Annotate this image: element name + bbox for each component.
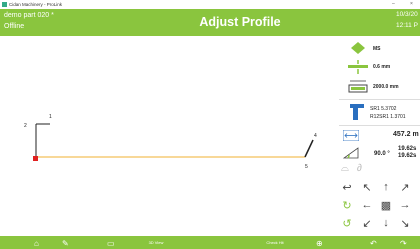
profile-canvas[interactable]: 1 2 4 5 (0, 36, 345, 236)
arrow-left-icon[interactable]: ← (360, 199, 374, 211)
length-value[interactable]: 457.2 m (393, 131, 419, 138)
close-button[interactable]: × (410, 1, 413, 7)
undo-arrow-icon[interactable]: ↩ (340, 181, 354, 194)
arrow-right-icon[interactable]: → (398, 199, 412, 211)
panel-divider (339, 125, 420, 126)
link-icon: ∂ (357, 163, 362, 174)
angle-icon[interactable] (343, 147, 359, 159)
profile-drawing[interactable]: 1 2 4 5 (0, 36, 345, 236)
point-label-1: 1 (49, 114, 52, 120)
angle-value[interactable]: 90.0 ° (374, 151, 390, 157)
start-marker[interactable] (33, 156, 38, 161)
header-date: 10/3/20 (396, 11, 418, 18)
width-value[interactable]: 2000.0 mm (373, 84, 399, 90)
point-label-2: 2 (24, 123, 27, 129)
angle-result-1: 19.62s (398, 146, 417, 152)
point-label-4: 4 (314, 133, 317, 139)
shape-icon: ⌓ (341, 163, 349, 174)
angle-result-2: 19.62s (398, 153, 417, 159)
window-titlebar: Cidan Machinery - ProLink – × (0, 0, 420, 9)
add-icon[interactable]: ⊕ (316, 239, 323, 248)
minimize-button[interactable]: – (392, 1, 395, 7)
page-title: Adjust Profile (199, 15, 281, 29)
home-icon[interactable]: ⌂ (34, 239, 39, 248)
length-icon[interactable] (343, 130, 359, 141)
arrow-up-left-icon[interactable]: ↖ (360, 181, 374, 194)
width-icon (348, 80, 368, 93)
arrow-down-icon[interactable]: ↓ (379, 217, 393, 229)
3d-view-button[interactable]: 3D View (141, 236, 171, 249)
edit-icon[interactable]: ✎ (62, 239, 69, 248)
monitor-icon[interactable]: ▭ (107, 239, 115, 248)
header-bar: demo part 020 * Offline Adjust Profile 1… (0, 9, 420, 36)
thickness-icon (348, 60, 368, 74)
profile-end-segment[interactable] (304, 139, 314, 158)
tool-icon (350, 104, 364, 120)
point-label-5: 5 (305, 164, 308, 170)
window-title: Cidan Machinery - ProLink (9, 2, 63, 7)
arrow-down-left-icon[interactable]: ↙ (360, 217, 374, 230)
thickness-value[interactable]: 0.6 mm (373, 64, 390, 70)
panel-divider (339, 99, 420, 100)
tool-upper[interactable]: SR1 5.3702 (370, 106, 396, 112)
arrow-up-icon[interactable]: ↑ (379, 181, 393, 193)
undo-icon[interactable]: ↶ (370, 239, 377, 248)
rotate-icon[interactable]: ↻ (340, 199, 354, 212)
arrow-down-right-icon[interactable]: ↘ (398, 217, 412, 230)
app-icon (2, 2, 7, 7)
check-hit-button[interactable]: Check Hit (258, 236, 292, 249)
next-icon[interactable]: ↷ (400, 239, 407, 248)
tool-lower[interactable]: R12SR1 1.3701 (370, 114, 406, 120)
diamond-icon (351, 42, 365, 54)
flip-icon[interactable]: ↺ (340, 217, 354, 230)
material-value[interactable]: MS (373, 46, 381, 52)
center-icon[interactable]: ▩ (379, 199, 393, 212)
header-time: 12:11 P (396, 22, 418, 29)
arrow-up-right-icon[interactable]: ↗ (398, 181, 412, 194)
